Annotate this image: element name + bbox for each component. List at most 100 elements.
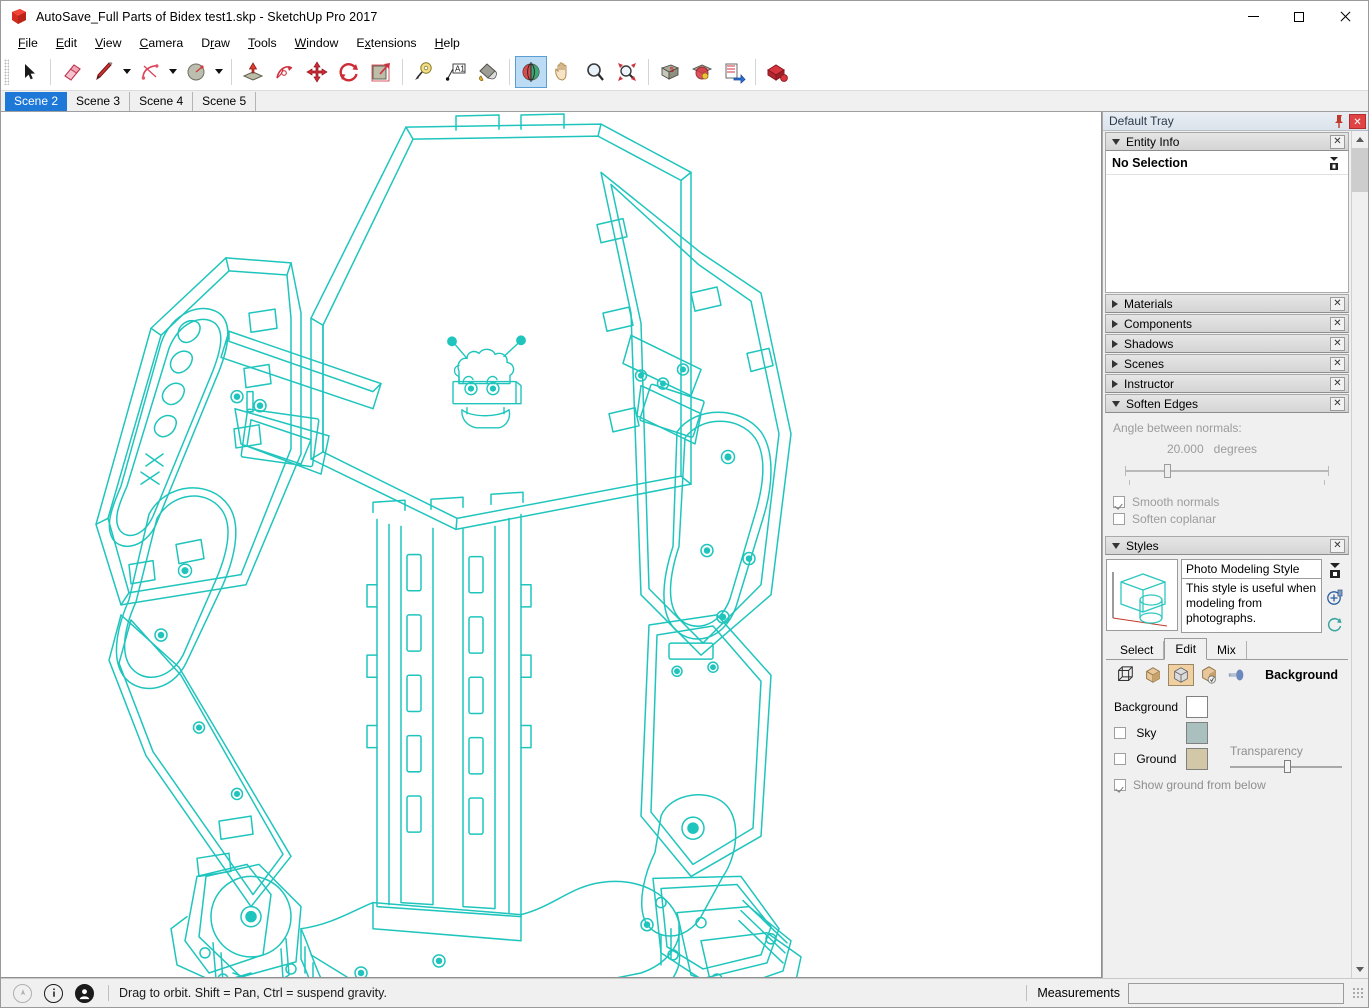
menu-tools[interactable]: Tools xyxy=(239,34,286,52)
transparency-slider[interactable] xyxy=(1230,760,1342,774)
pushpin-icon[interactable] xyxy=(1331,113,1347,129)
section-close-instructor[interactable]: ✕ xyxy=(1330,377,1345,391)
zoom-extents-tool[interactable] xyxy=(611,56,643,88)
zoom-tool[interactable] xyxy=(579,56,611,88)
section-plane-tool[interactable] xyxy=(686,56,718,88)
style-name-field[interactable]: Photo Modeling Style xyxy=(1181,559,1322,579)
scene-tab-3[interactable]: Scene 4 xyxy=(130,92,193,111)
tray-close-button[interactable]: ✕ xyxy=(1349,114,1366,129)
toolbar-grip[interactable] xyxy=(4,59,9,85)
display-section-tool[interactable] xyxy=(718,56,750,88)
tray-scrollbar-track[interactable] xyxy=(1352,148,1368,961)
ground-color-swatch[interactable] xyxy=(1186,748,1208,770)
section-header-entity-info[interactable]: Entity Info ✕ xyxy=(1105,132,1349,151)
section-header-soften-edges[interactable]: Soften Edges ✕ xyxy=(1105,394,1349,413)
sky-checkbox[interactable] xyxy=(1114,727,1126,739)
scene-tab-2[interactable]: Scene 3 xyxy=(67,92,130,111)
arc-tool[interactable] xyxy=(134,56,166,88)
maximize-button[interactable] xyxy=(1276,1,1322,32)
rotate-tool[interactable] xyxy=(333,56,365,88)
resize-grip-icon[interactable] xyxy=(1352,987,1364,999)
section-header-styles[interactable]: Styles ✕ xyxy=(1105,536,1349,555)
shapes-tool[interactable] xyxy=(180,56,212,88)
show-ground-row[interactable]: Show ground from below xyxy=(1114,776,1342,793)
select-tool[interactable] xyxy=(13,56,45,88)
section-close-scenes[interactable]: ✕ xyxy=(1330,357,1345,371)
chevron-up-icon[interactable] xyxy=(1352,131,1368,148)
transparency-slider-thumb[interactable] xyxy=(1284,760,1291,773)
details-arrow-icon[interactable] xyxy=(1326,561,1344,579)
move-tool[interactable] xyxy=(301,56,333,88)
refresh-update-icon[interactable] xyxy=(1326,615,1344,633)
menu-extensions[interactable]: Extensions xyxy=(347,34,425,52)
3d-warehouse-tool[interactable] xyxy=(761,56,793,88)
section-close-shadows[interactable]: ✕ xyxy=(1330,337,1345,351)
section-close-components[interactable]: ✕ xyxy=(1330,317,1345,331)
style-preview-thumbnail[interactable] xyxy=(1106,559,1178,631)
section-close-materials[interactable]: ✕ xyxy=(1330,297,1345,311)
style-tab-edit[interactable]: Edit xyxy=(1164,638,1207,660)
line-tool[interactable] xyxy=(88,56,120,88)
text-tool[interactable]: A1 xyxy=(440,56,472,88)
orbit-tool[interactable] xyxy=(515,56,547,88)
section-close-soften-edges[interactable]: ✕ xyxy=(1330,397,1345,411)
shapes-tool-dropdown[interactable] xyxy=(212,56,226,88)
menu-file[interactable]: File xyxy=(9,34,47,52)
pushpull-tool[interactable] xyxy=(237,56,269,88)
expand-details-icon[interactable] xyxy=(1326,155,1342,171)
soften-coplanar-row[interactable]: Soften coplanar xyxy=(1113,510,1341,527)
modeling-settings-icon[interactable] xyxy=(1224,664,1250,686)
scene-tab-1[interactable]: Scene 2 xyxy=(5,92,67,111)
menu-view[interactable]: View xyxy=(86,34,130,52)
section-header-components[interactable]: Components ✕ xyxy=(1105,314,1349,333)
pan-tool[interactable] xyxy=(547,56,579,88)
smooth-normals-checkbox[interactable] xyxy=(1113,496,1125,508)
section-header-shadows[interactable]: Shadows ✕ xyxy=(1105,334,1349,353)
scene-tab-4[interactable]: Scene 5 xyxy=(193,92,256,111)
paint-bucket-tool[interactable] xyxy=(472,56,504,88)
section-header-scenes[interactable]: Scenes ✕ xyxy=(1105,354,1349,373)
minimize-button[interactable] xyxy=(1230,1,1276,32)
eraser-tool[interactable] xyxy=(56,56,88,88)
tray-scrollbar-thumb[interactable] xyxy=(1352,148,1368,192)
edge-wireframe-icon[interactable] xyxy=(1112,664,1138,686)
line-tool-dropdown[interactable] xyxy=(120,56,134,88)
ground-checkbox[interactable] xyxy=(1114,753,1126,765)
angle-slider[interactable] xyxy=(1125,464,1329,478)
followme-tool[interactable] xyxy=(269,56,301,88)
user-account-icon[interactable] xyxy=(75,984,94,1003)
smooth-normals-row[interactable]: Smooth normals xyxy=(1113,493,1341,510)
watermark-icon[interactable] xyxy=(1196,664,1222,686)
arc-tool-dropdown[interactable] xyxy=(166,56,180,88)
section-close-styles[interactable]: ✕ xyxy=(1330,539,1345,553)
face-box-icon[interactable] xyxy=(1140,664,1166,686)
section-header-materials[interactable]: Materials ✕ xyxy=(1105,294,1349,313)
style-tab-mix[interactable]: Mix xyxy=(1207,641,1247,659)
info-icon[interactable] xyxy=(44,984,63,1003)
tape-measure-tool[interactable] xyxy=(408,56,440,88)
menu-draw[interactable]: Draw xyxy=(192,34,239,52)
chevron-down-icon[interactable] xyxy=(1352,961,1368,978)
model-viewport[interactable] xyxy=(1,112,1102,978)
background-box-icon[interactable] xyxy=(1168,664,1194,686)
geo-location-icon[interactable] xyxy=(13,984,32,1003)
sky-color-swatch[interactable] xyxy=(1186,722,1208,744)
menu-camera[interactable]: Camera xyxy=(130,34,192,52)
tray-scrollbar[interactable] xyxy=(1351,131,1368,978)
menu-edit[interactable]: Edit xyxy=(47,34,86,52)
show-ground-checkbox[interactable] xyxy=(1114,779,1126,791)
section-header-instructor[interactable]: Instructor ✕ xyxy=(1105,374,1349,393)
measurements-input[interactable] xyxy=(1128,983,1344,1004)
menu-window[interactable]: Window xyxy=(286,34,348,52)
close-button[interactable] xyxy=(1322,1,1368,32)
background-color-swatch[interactable] xyxy=(1186,696,1208,718)
angle-slider-cap-left xyxy=(1125,466,1126,476)
style-tab-select[interactable]: Select xyxy=(1110,641,1164,659)
soften-coplanar-checkbox[interactable] xyxy=(1113,513,1125,525)
section-close-entity-info[interactable]: ✕ xyxy=(1330,135,1345,149)
previous-view-tool[interactable]: 5 xyxy=(654,56,686,88)
scale-tool[interactable] xyxy=(365,56,397,88)
menu-help[interactable]: Help xyxy=(426,34,469,52)
create-style-icon[interactable] xyxy=(1326,588,1344,606)
angle-slider-thumb[interactable] xyxy=(1164,464,1171,478)
